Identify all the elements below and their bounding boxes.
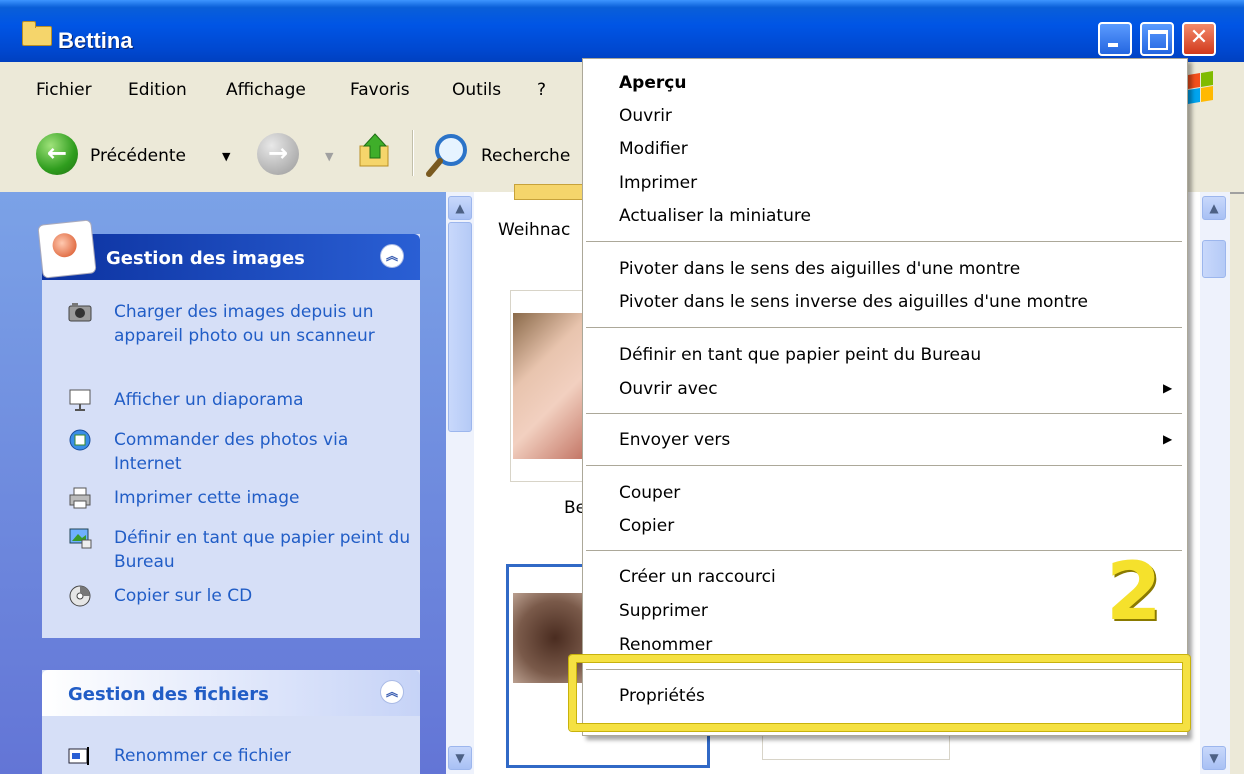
back-arrow-icon: ← (46, 139, 68, 167)
scroll-thumb[interactable] (1202, 240, 1226, 278)
forward-arrow-icon: → (267, 139, 289, 167)
scroll-up-icon[interactable]: ▲ (1202, 196, 1226, 220)
menu-divider (586, 465, 1182, 466)
folder-up-icon[interactable] (358, 132, 392, 170)
menu-help[interactable]: ? (537, 80, 546, 100)
menu-outils[interactable]: Outils (452, 80, 501, 100)
step-number-label: 2 (1106, 545, 1162, 638)
image-thumbnail[interactable] (762, 732, 950, 760)
task-label[interactable]: Charger des images depuis un appareil ph… (114, 300, 414, 348)
task-pane-scrollbar[interactable]: ▲ ▼ (446, 192, 474, 774)
task-label[interactable]: Définir en tant que papier peint du Bure… (114, 526, 414, 574)
menu-item-create-shortcut[interactable]: Créer un raccourci (619, 567, 776, 587)
globe-icon (69, 429, 91, 451)
maximize-icon (1142, 24, 1172, 54)
menu-item-delete[interactable]: Supprimer (619, 601, 708, 621)
cd-icon (69, 585, 91, 607)
scroll-down-icon[interactable]: ▼ (448, 746, 472, 770)
menu-item-rotate-cw[interactable]: Pivoter dans le sens des aiguilles d'une… (619, 259, 1020, 279)
image-tasks-title: Gestion des images (106, 248, 305, 269)
search-icon[interactable] (425, 130, 473, 178)
menu-item-set-wallpaper[interactable]: Définir en tant que papier peint du Bure… (619, 345, 981, 365)
submenu-arrow-icon: ▶ (1163, 381, 1173, 395)
collapse-icon[interactable]: ︽ (380, 680, 404, 704)
menu-favoris[interactable]: Favoris (350, 80, 410, 100)
image-tasks-header[interactable]: Gestion des images ︽ (37, 219, 420, 280)
image-tasks-panel: Gestion des images ︽ Charger des images … (37, 219, 420, 638)
menu-divider (586, 327, 1182, 328)
camera-icon (68, 303, 92, 322)
maximize-button[interactable] (1140, 22, 1174, 56)
photo-preview (513, 313, 589, 459)
menu-item-copy[interactable]: Copier (619, 516, 674, 536)
menu-item-cut[interactable]: Couper (619, 483, 680, 503)
minimize-button[interactable] (1098, 22, 1132, 56)
close-icon: ✕ (1189, 25, 1209, 50)
properties-highlight-box (569, 655, 1190, 731)
menu-item-imprimer[interactable]: Imprimer (619, 173, 697, 193)
menu-item-modifier[interactable]: Modifier (619, 139, 688, 159)
menu-item-apercu[interactable]: Aperçu (619, 73, 686, 93)
file-tasks-header[interactable]: Gestion des fichiers ︽ (42, 670, 420, 716)
toolbar-separator (412, 130, 414, 176)
task-label[interactable]: Renommer ce fichier (114, 744, 414, 768)
close-button[interactable]: ✕ (1182, 22, 1216, 56)
menu-divider (586, 241, 1182, 242)
file-tasks-title: Gestion des fichiers (68, 684, 269, 705)
back-label[interactable]: Précédente (90, 146, 186, 166)
task-label[interactable]: Afficher un diaporama (114, 388, 414, 412)
task-label[interactable]: Imprimer cette image (114, 486, 414, 510)
task-label[interactable]: Commander des photos via Internet (114, 428, 414, 476)
menu-item-ouvrir[interactable]: Ouvrir (619, 106, 672, 126)
file-view-scrollbar[interactable]: ▲ ▼ (1200, 192, 1230, 774)
menu-divider (586, 550, 1182, 551)
back-dropdown-icon[interactable]: ▼ (222, 150, 230, 163)
menu-divider (586, 413, 1182, 414)
menu-item-open-with[interactable]: Ouvrir avec (619, 379, 718, 399)
collapse-icon[interactable]: ︽ (380, 244, 404, 268)
back-button[interactable]: ← (36, 133, 78, 175)
windows-logo-icon (1186, 68, 1214, 108)
title-bar[interactable]: Bettina ✕ (0, 0, 1244, 62)
wallpaper-icon (69, 528, 92, 549)
menu-edition[interactable]: Edition (128, 80, 187, 100)
rename-icon (68, 747, 89, 765)
submenu-arrow-icon: ▶ (1163, 432, 1173, 446)
window-title: Bettina (58, 28, 133, 53)
slideshow-icon (69, 389, 91, 411)
menu-item-send-to[interactable]: Envoyer vers (619, 430, 730, 450)
task-label[interactable]: Copier sur le CD (114, 584, 414, 608)
menu-item-rotate-ccw[interactable]: Pivoter dans le sens inverse des aiguill… (619, 292, 1088, 312)
menu-fichier[interactable]: Fichier (36, 80, 92, 100)
context-menu: Aperçu Ouvrir Modifier Imprimer Actualis… (582, 58, 1188, 736)
scroll-thumb[interactable] (448, 222, 472, 432)
menu-item-actualiser[interactable]: Actualiser la miniature (619, 206, 811, 226)
scroll-down-icon[interactable]: ▼ (1202, 746, 1226, 770)
photo-icon (37, 219, 97, 279)
forward-button[interactable]: → (257, 133, 299, 175)
task-pane: Gestion des images ︽ Charger des images … (0, 192, 446, 774)
minimize-icon (1100, 24, 1130, 54)
forward-dropdown-icon[interactable]: ▼ (325, 150, 333, 163)
menu-item-rename[interactable]: Renommer (619, 635, 712, 655)
image-thumbnail[interactable] (510, 290, 592, 482)
search-label[interactable]: Recherche (481, 146, 570, 166)
file-tasks-panel: Gestion des fichiers ︽ Renommer ce fichi… (42, 670, 420, 774)
folder-icon (22, 21, 52, 46)
folder-thumbnail[interactable] (514, 184, 586, 200)
menu-affichage[interactable]: Affichage (226, 80, 306, 100)
scroll-up-icon[interactable]: ▲ (448, 196, 472, 220)
printer-icon (69, 487, 91, 509)
folder-label[interactable]: Weihnac (498, 220, 570, 240)
